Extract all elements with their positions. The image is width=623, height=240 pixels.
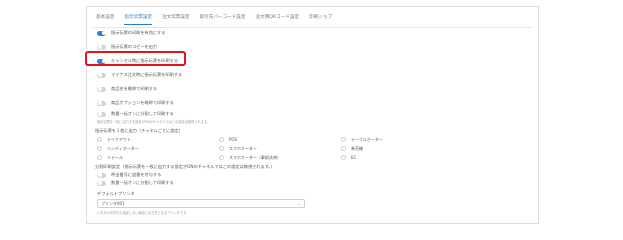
channel-option-smartphone-order[interactable]: スマホオーダー [219, 145, 257, 152]
default-printer-select[interactable]: プリンタ001 ⌄ [97, 199, 305, 208]
minus-order-toggle[interactable] [97, 72, 106, 78]
split-row-quantity-toggle[interactable] [97, 180, 106, 186]
output-copy-label: 指示伝票のコピーを出力 [111, 44, 158, 49]
retail-label: リテール [107, 154, 123, 160]
enable-print-label: 指示伝票の印刷を有効にする [111, 30, 166, 35]
option-abbrev-label: 商品オプションを略称で印刷する [111, 100, 174, 105]
split-row-quantity-label: 数量一括オンに分割して印刷する [111, 180, 174, 185]
takeout-checkbox[interactable] [97, 137, 102, 142]
channel-option-pos[interactable]: POS [219, 136, 237, 143]
tab-instruction-slip-settings[interactable]: 指示伝票設定 [124, 13, 152, 25]
channel-section-label: 指示伝票を１枚に出力（チャネルごとに設定） [95, 128, 183, 133]
setting-row-item-abbrev: 商品名を略称で印刷する [97, 85, 157, 93]
smartphone-order-checkbox[interactable] [219, 146, 224, 151]
tab-order-slip-settings[interactable]: 注文伝票設定 [162, 13, 190, 25]
retail-checkbox[interactable] [97, 155, 102, 160]
takeout-label: テイクアウト [107, 136, 131, 142]
minus-order-label: マイナス注文時に指示伝票を印刷する [111, 72, 183, 77]
ec-checkbox[interactable] [341, 155, 346, 160]
output-copy-toggle[interactable] [97, 44, 106, 50]
tab-bar: 基本設定 指示伝票設定 注文伝票設定 取引先バーコード設定 注文用QRコード設定… [96, 13, 342, 25]
split-quantity-label: 数量一括オンに分割して印刷する [111, 111, 174, 116]
table-order-label: テーブルオーダー [351, 136, 383, 142]
channel-option-handy-order[interactable]: ハンディオーダー [97, 145, 139, 152]
channel-option-retail[interactable]: リテール [97, 154, 123, 161]
tab-customer-barcode-settings[interactable]: 取引先バーコード設定 [200, 13, 246, 25]
ticket-machine-checkbox[interactable] [341, 146, 346, 151]
enable-print-toggle[interactable] [97, 30, 106, 36]
chevron-down-icon: ⌄ [297, 201, 301, 206]
pos-label: POS [229, 137, 238, 142]
setting-row-output-copy: 指示伝票のコピーを出力 [97, 43, 157, 51]
option-abbrev-toggle[interactable] [97, 100, 106, 106]
channel-option-ec[interactable]: EC [341, 154, 356, 161]
printer-note: いずれの印字先も指定しない場合に出力先となるプリンタです。 [97, 211, 190, 215]
default-printer-label: デフォルトプリンタ [97, 191, 135, 196]
item-abbrev-label: 商品名を略称で印刷する [111, 86, 158, 91]
channel-option-ticket-machine[interactable]: 券売機 [341, 145, 363, 152]
settings-note: 指示伝票を一枚に出力する設定がONのチャネルではこの設定は無視されます。 [97, 120, 210, 124]
split-quantity-toggle[interactable] [97, 111, 106, 117]
ec-label: EC [351, 155, 357, 160]
ticket-machine-label: 券売機 [351, 145, 363, 151]
item-abbrev-toggle[interactable] [97, 86, 106, 92]
tab-print-jobs[interactable]: 印刷ジョブ [309, 13, 332, 25]
channel-option-table-order[interactable]: テーブルオーダー [341, 136, 383, 143]
tab-basic-settings[interactable]: 基本設定 [96, 13, 114, 25]
setting-row-split-quantity: 数量一括オンに分割して印刷する [97, 110, 174, 118]
handy-order-checkbox[interactable] [97, 146, 102, 151]
smartphone-prepaid-checkbox[interactable] [219, 155, 224, 160]
channel-option-takeout[interactable]: テイクアウト [97, 136, 131, 143]
pos-checkbox[interactable] [219, 137, 224, 142]
split-section-label: 分割印刷設定（指示伝票を一枚に出力する設定がONのチャネルではこの設定は無視され… [95, 164, 275, 169]
call-number-toggle[interactable] [97, 172, 106, 178]
highlight-annotation [85, 51, 186, 66]
smartphone-order-label: スマホオーダー [229, 145, 257, 151]
table-order-checkbox[interactable] [341, 137, 346, 142]
setting-row-enable-print: 指示伝票の印刷を有効にする [97, 29, 165, 37]
split-row-quantity: 数量一括オンに分割して印刷する [97, 179, 174, 187]
split-row-call-number: 呼出番号に追番を付与する [97, 171, 161, 179]
call-number-label: 呼出番号に追番を付与する [111, 172, 162, 177]
setting-row-option-abbrev: 商品オプションを略称で印刷する [97, 99, 174, 107]
settings-panel: 基本設定 指示伝票設定 注文伝票設定 取引先バーコード設定 注文用QRコード設定… [86, 6, 539, 224]
channel-option-smartphone-prepaid[interactable]: スマホオーダー（事前決済） [219, 154, 281, 161]
tab-divider [93, 27, 532, 28]
setting-row-minus-order: マイナス注文時に指示伝票を印刷する [97, 71, 182, 79]
default-printer-value: プリンタ001 [101, 200, 125, 206]
smartphone-prepaid-label: スマホオーダー（事前決済） [229, 154, 281, 160]
tab-order-qr-settings[interactable]: 注文用QRコード設定 [256, 13, 300, 25]
handy-order-label: ハンディオーダー [107, 145, 139, 151]
